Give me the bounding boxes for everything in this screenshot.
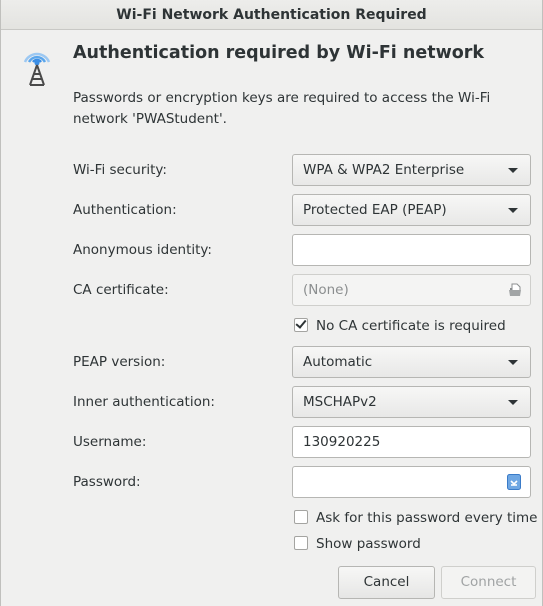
- dropdown-arrow-icon: [508, 168, 518, 173]
- window-title: Wi-Fi Network Authentication Required: [1, 0, 542, 30]
- username-input[interactable]: 130920225: [292, 426, 531, 458]
- keyring-icon[interactable]: [507, 474, 521, 490]
- inner-auth-value: MSCHAPv2: [303, 394, 377, 410]
- anonymous-identity-input[interactable]: [292, 234, 531, 266]
- username-label: Username:: [73, 434, 147, 450]
- no-ca-required-checkbox[interactable]: No CA certificate is required: [294, 318, 506, 334]
- peap-version-label: PEAP version:: [73, 354, 166, 370]
- show-password-label: Show password: [316, 536, 421, 552]
- dropdown-arrow-icon: [508, 400, 518, 405]
- ca-certificate-label: CA certificate:: [73, 282, 169, 298]
- authentication-label: Authentication:: [73, 202, 177, 218]
- security-label: Wi-Fi security:: [73, 162, 167, 178]
- inner-auth-combo[interactable]: MSCHAPv2: [292, 386, 531, 418]
- password-input[interactable]: [292, 466, 531, 498]
- ask-password-checkbox[interactable]: Ask for this password every time: [294, 510, 537, 526]
- peap-version-value: Automatic: [303, 354, 373, 370]
- checkbox-unchecked-icon[interactable]: [294, 510, 308, 524]
- ca-certificate-value: (None): [303, 282, 349, 298]
- security-value: WPA & WPA2 Enterprise: [303, 162, 465, 178]
- dropdown-arrow-icon: [508, 360, 518, 365]
- checkbox-checked-icon[interactable]: [294, 318, 308, 332]
- show-password-checkbox[interactable]: Show password: [294, 536, 421, 552]
- no-ca-required-label: No CA certificate is required: [316, 318, 506, 334]
- password-label: Password:: [73, 474, 141, 490]
- security-combo[interactable]: WPA & WPA2 Enterprise: [292, 154, 531, 186]
- checkbox-unchecked-icon[interactable]: [294, 536, 308, 550]
- authentication-value: Protected EAP (PEAP): [303, 202, 447, 218]
- inner-auth-label: Inner authentication:: [73, 394, 215, 410]
- file-chooser-icon: [509, 283, 521, 296]
- connect-button[interactable]: Connect: [441, 566, 536, 599]
- dialog-description: Passwords or encryption keys are require…: [73, 90, 491, 127]
- peap-version-combo[interactable]: Automatic: [292, 346, 531, 378]
- auth-dialog: Wi-Fi Network Authentication Required Au…: [0, 0, 543, 606]
- dropdown-arrow-icon: [508, 208, 518, 213]
- ca-certificate-chooser[interactable]: (None): [292, 274, 531, 306]
- ask-password-label: Ask for this password every time: [316, 510, 538, 526]
- wifi-tower-icon: [23, 52, 51, 86]
- cancel-button[interactable]: Cancel: [338, 566, 435, 599]
- authentication-combo[interactable]: Protected EAP (PEAP): [292, 194, 531, 226]
- dialog-heading: Authentication required by Wi-Fi network: [73, 43, 485, 63]
- anonymous-identity-label: Anonymous identity:: [73, 242, 212, 258]
